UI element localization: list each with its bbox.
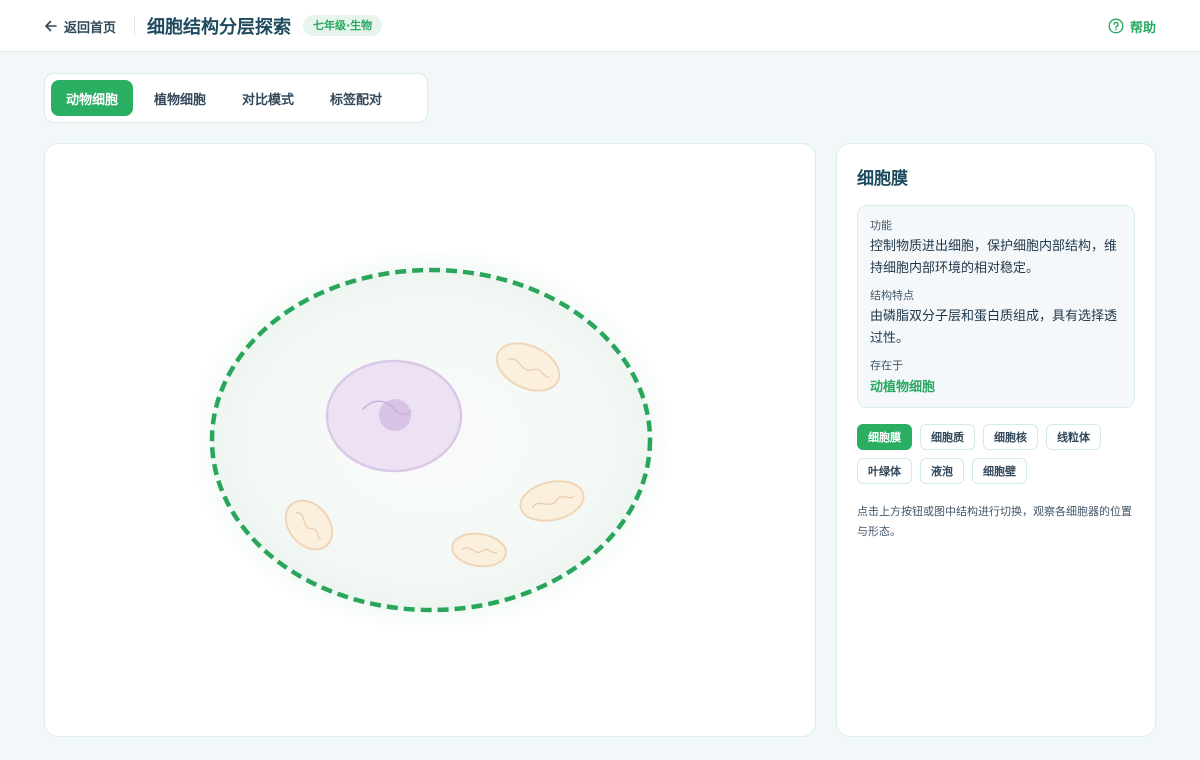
page-title: 细胞结构分层探索	[147, 17, 291, 38]
function-text: 控制物质进出细胞，保护细胞内部结构，维持细胞内部环境的相对稳定。	[870, 239, 1118, 276]
tab-animal-cell[interactable]: 动物细胞	[51, 80, 134, 116]
structure-info-box: 功能 控制物质进出细胞，保护细胞内部结构，维持细胞内部环境的相对稳定。 结构特点…	[857, 205, 1135, 408]
structure-title: 细胞膜	[857, 169, 908, 189]
exists-in-label: 存在于	[870, 359, 903, 372]
function-label: 功能	[870, 219, 892, 232]
question-circle-icon	[1108, 18, 1124, 34]
back-button[interactable]: 返回首页	[44, 16, 116, 36]
grade-badge: 七年级·生物	[303, 15, 383, 36]
chip-mitochondria[interactable]: 线粒体	[1046, 424, 1101, 450]
info-panel: 细胞膜 功能 控制物质进出细胞，保护细胞内部结构，维持细胞内部环境的相对稳定。 …	[836, 143, 1156, 737]
chip-cytoplasm[interactable]: 细胞质	[920, 424, 975, 450]
structure-chips: 细胞膜 细胞质 细胞核 线粒体 叶绿体 液泡 细胞壁	[857, 424, 1137, 484]
nucleus[interactable]	[325, 359, 463, 473]
chip-chloroplast[interactable]: 叶绿体	[857, 458, 912, 484]
structure-feature-label: 结构特点	[870, 289, 914, 302]
back-label: 返回首页	[64, 20, 117, 36]
tab-compare-mode[interactable]: 对比模式	[227, 80, 309, 116]
help-label: 帮助	[1129, 20, 1156, 36]
structure-feature-text: 由磷脂双分子层和蛋白质组成，具有选择透过性。	[870, 309, 1118, 346]
chip-vacuole[interactable]: 液泡	[920, 458, 964, 484]
cell-stage	[44, 143, 816, 737]
help-button[interactable]: 帮助	[1108, 16, 1156, 36]
tab-label-matching[interactable]: 标签配对	[315, 80, 397, 116]
mode-tabs: 动物细胞 植物细胞 对比模式 标签配对	[44, 73, 428, 123]
chip-cell-wall[interactable]: 细胞壁	[972, 458, 1027, 484]
top-bar: 返回首页 细胞结构分层探索 七年级·生物 帮助	[0, 0, 1200, 52]
usage-hint: 点击上方按钮或图中结构进行切换，观察各细胞器的位置与形态。	[857, 505, 1132, 538]
tab-plant-cell[interactable]: 植物细胞	[139, 80, 221, 116]
arrow-left-icon	[45, 20, 57, 32]
exists-in-text: 动植物细胞	[870, 380, 936, 395]
chip-cell-membrane[interactable]: 细胞膜	[857, 424, 912, 450]
header-divider	[134, 16, 135, 36]
nucleolus	[379, 399, 411, 431]
animal-cell-diagram	[189, 248, 673, 632]
chip-nucleus[interactable]: 细胞核	[983, 424, 1038, 450]
